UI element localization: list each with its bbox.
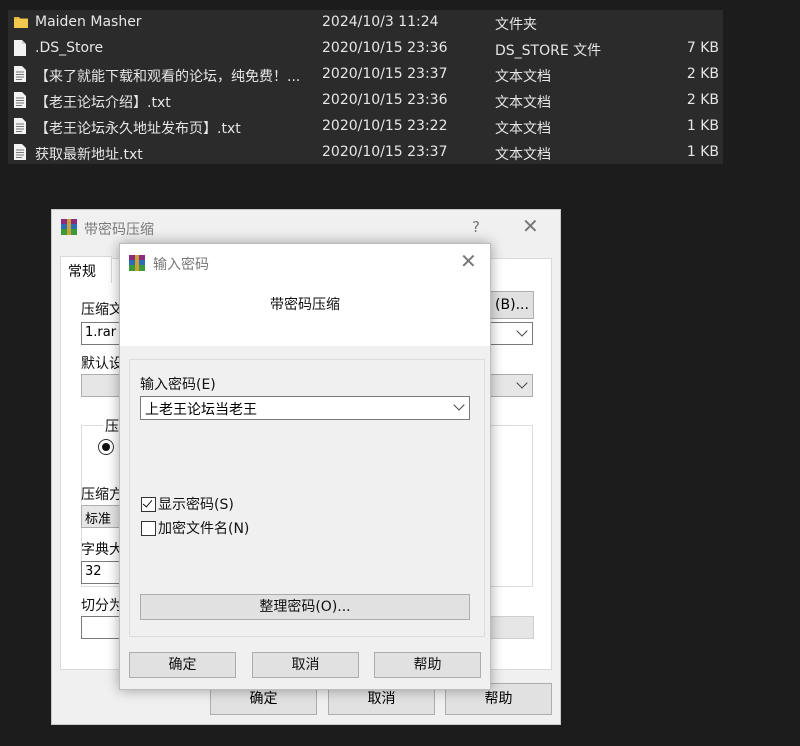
help-icon[interactable]: ?	[472, 218, 480, 236]
file-row[interactable]: Maiden Masher 2024/10/3 11:24 文件夹	[8, 10, 723, 36]
dialog-titlebar: 输入密码 ✕	[120, 244, 490, 282]
file-name: Maiden Masher	[35, 14, 142, 30]
file-date: 2024/10/3 11:24	[322, 14, 439, 30]
tab-general[interactable]: 常规	[60, 256, 112, 283]
file-type: 文本文档	[495, 147, 551, 163]
ok-button[interactable]: 确定	[129, 652, 236, 678]
encrypt-filenames-checkbox[interactable]	[141, 521, 156, 536]
file-name: .DS_Store	[35, 40, 104, 56]
file-name: 【来了就能下载和观看的论坛，纯免费！...	[35, 69, 301, 85]
dictionary-size-label: 字典大	[81, 542, 123, 558]
file-row[interactable]: 【来了就能下载和观看的论坛，纯免费！... 2020/10/15 23:37 文…	[8, 62, 723, 88]
file-date: 2020/10/15 23:37	[322, 66, 448, 82]
file-type: 文件夹	[495, 17, 537, 33]
file-size: 2 KB	[686, 92, 719, 108]
split-volume-label: 切分为	[81, 598, 123, 614]
dictionary-size-value: 32	[85, 564, 102, 579]
cancel-button[interactable]: 取消	[252, 652, 359, 678]
file-date: 2020/10/15 23:22	[322, 118, 448, 134]
file-date: 2020/10/15 23:36	[322, 92, 448, 108]
file-type: 文本文档	[495, 69, 551, 85]
show-password-label[interactable]: 显示密码(S)	[158, 494, 234, 514]
split-volume-select[interactable]	[490, 616, 534, 639]
close-icon[interactable]: ✕	[460, 249, 477, 273]
text-file-icon	[14, 66, 26, 82]
file-icon	[14, 40, 26, 56]
folder-icon	[14, 17, 28, 28]
password-input[interactable]: 上老王论坛当老王	[140, 396, 470, 420]
default-profile-label: 默认设	[81, 356, 123, 372]
file-row[interactable]: 获取最新地址.txt 2020/10/15 23:37 文本文档 1 KB	[8, 140, 723, 166]
chevron-down-icon	[516, 377, 528, 389]
file-size: 1 KB	[686, 144, 719, 160]
file-type: 文本文档	[495, 95, 551, 111]
file-date: 2020/10/15 23:37	[322, 144, 448, 160]
chevron-down-icon[interactable]	[453, 399, 465, 411]
file-name: 【老王论坛介绍】.txt	[35, 95, 171, 111]
file-date: 2020/10/15 23:36	[322, 40, 448, 56]
file-size: 7 KB	[686, 40, 719, 56]
enter-password-dialog: 输入密码 ✕ 带密码压缩 输入密码(E) 上老王论坛当老王 显示密码(S) 加密…	[119, 243, 491, 690]
winrar-icon	[129, 255, 145, 271]
text-file-icon	[14, 92, 26, 108]
dialog-title: 输入密码	[153, 257, 209, 273]
file-name: 【老王论坛永久地址发布页】.txt	[35, 121, 241, 137]
help-button[interactable]: 帮助	[374, 652, 481, 678]
browse-button[interactable]: (B)...	[490, 291, 534, 319]
password-label: 输入密码(E)	[140, 377, 216, 393]
file-row[interactable]: 【老王论坛永久地址发布页】.txt 2020/10/15 23:22 文本文档 …	[8, 114, 723, 140]
chevron-down-icon	[516, 325, 528, 337]
format-radio[interactable]	[98, 439, 114, 455]
tab-label: 常规	[68, 264, 96, 280]
file-type: 文本文档	[495, 121, 551, 137]
file-size: 1 KB	[686, 118, 719, 134]
dialog-header: 带密码压缩	[120, 282, 490, 346]
archive-name-label: 压缩文	[81, 302, 123, 318]
text-file-icon	[14, 144, 26, 160]
file-row[interactable]: 【老王论坛介绍】.txt 2020/10/15 23:36 文本文档 2 KB	[8, 88, 723, 114]
organize-passwords-button[interactable]: 整理密码(O)...	[140, 594, 470, 620]
header-text: 带密码压缩	[270, 297, 340, 313]
text-file-icon	[14, 118, 26, 134]
dialog-title: 带密码压缩	[84, 222, 154, 238]
file-name: 获取最新地址.txt	[35, 147, 143, 163]
file-type: DS_STORE 文件	[495, 43, 602, 59]
file-size: 2 KB	[686, 66, 719, 82]
compression-method-value: 标准	[85, 512, 112, 527]
encrypt-filenames-label[interactable]: 加密文件名(N)	[158, 518, 249, 538]
password-value: 上老王论坛当老王	[145, 402, 257, 418]
archive-name-value: 1.rar	[85, 325, 117, 340]
close-icon[interactable]: ✕	[522, 214, 539, 238]
file-row[interactable]: .DS_Store 2020/10/15 23:36 DS_STORE 文件 7…	[8, 36, 723, 62]
file-list: Maiden Masher 2024/10/3 11:24 文件夹 .DS_St…	[8, 10, 723, 164]
winrar-icon	[61, 219, 77, 235]
compression-method-label: 压缩方	[81, 487, 123, 503]
show-password-checkbox[interactable]	[141, 497, 156, 512]
